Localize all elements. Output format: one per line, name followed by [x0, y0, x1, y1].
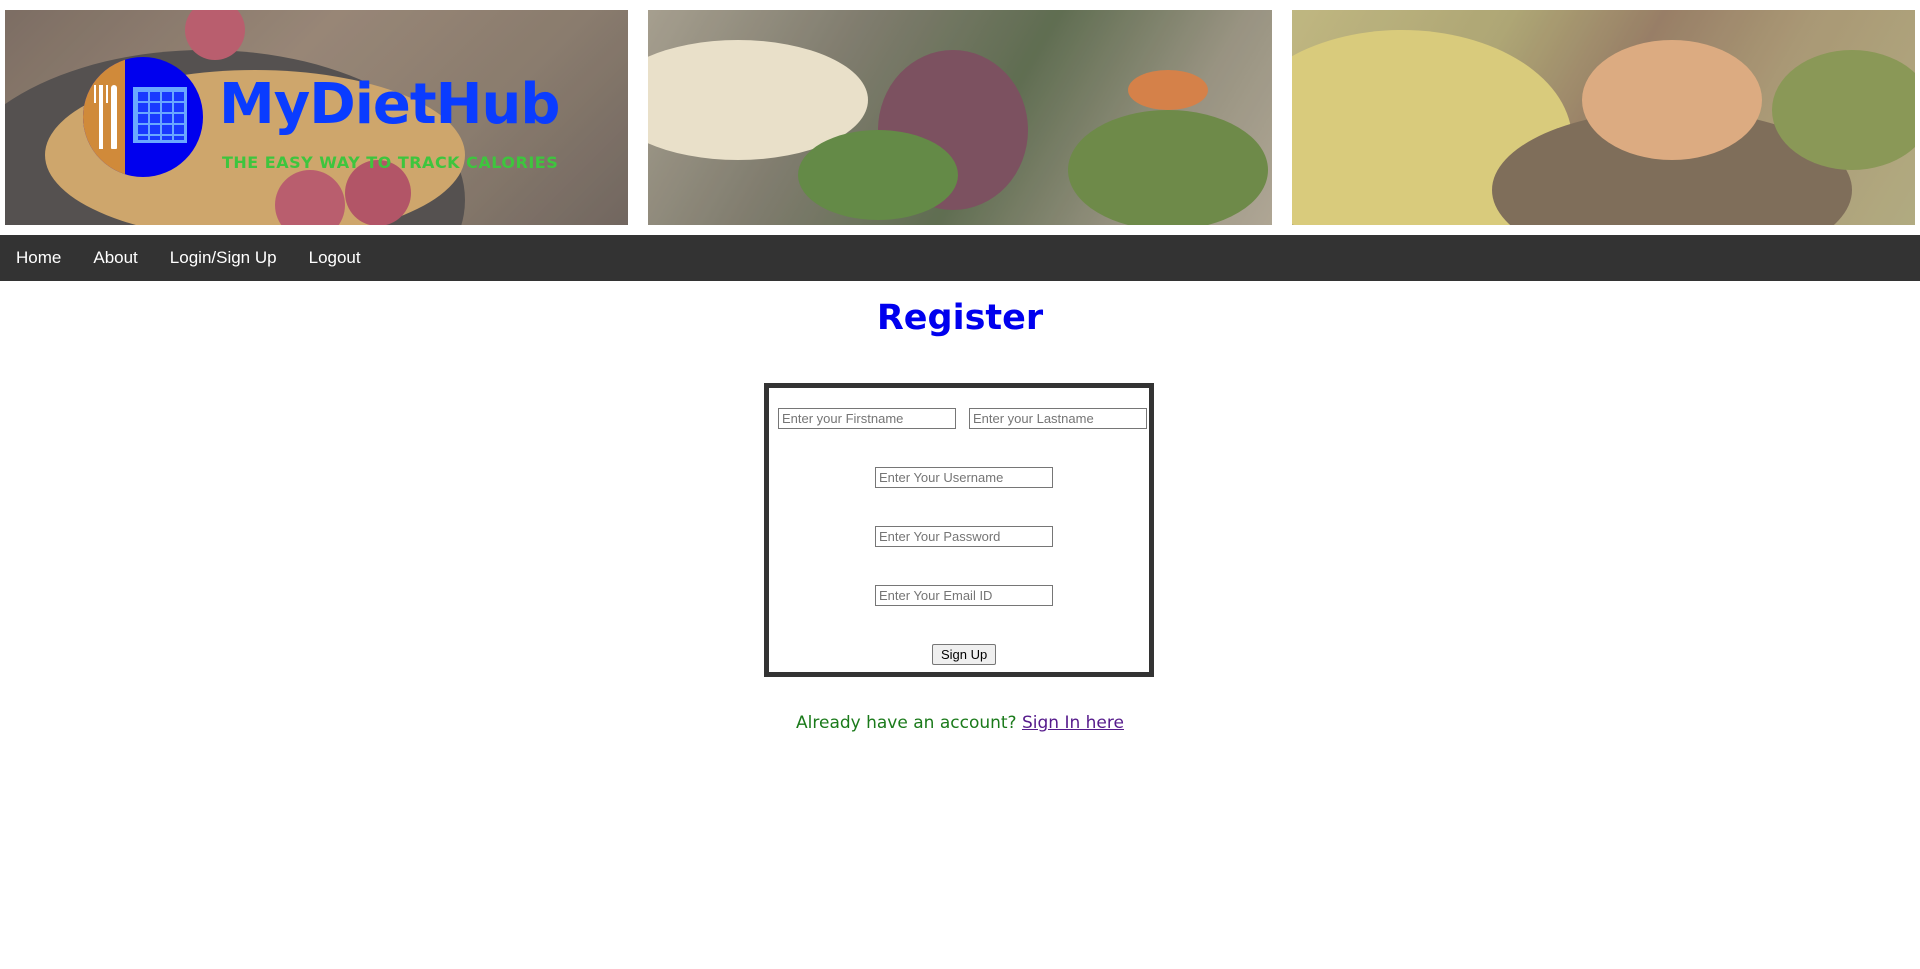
signin-link[interactable]: Sign In here: [1022, 713, 1124, 733]
banner-overlay: [648, 10, 1272, 225]
password-input[interactable]: [875, 526, 1053, 547]
banner-overlay: [1292, 10, 1915, 225]
logo-tagline: THE EASY WAY TO TRACK CALORIES: [222, 153, 559, 172]
header-banner-pancakes: MyDietHub THE EASY WAY TO TRACK CALORIES: [5, 10, 628, 225]
nav-logout[interactable]: Logout: [293, 235, 377, 281]
header-banner-salmon: [1292, 10, 1915, 225]
knife-icon: [111, 85, 117, 149]
logo-title: MyDietHub: [219, 72, 560, 137]
calendar-icon: [133, 87, 187, 143]
nav-about[interactable]: About: [77, 235, 153, 281]
fork-icon: [94, 85, 108, 149]
page-title: Register: [876, 298, 1044, 338]
nav-login-signup[interactable]: Login/Sign Up: [154, 235, 293, 281]
signin-prompt: Already have an account? Sign In here: [0, 713, 1920, 733]
logo-icon: [83, 57, 203, 177]
lastname-input[interactable]: [969, 408, 1147, 429]
register-form: Sign Up: [764, 383, 1154, 677]
signin-prompt-text: Already have an account?: [796, 713, 1017, 733]
top-nav: Home About Login/Sign Up Logout: [0, 235, 1920, 281]
header-banner-salad: [648, 10, 1272, 225]
signup-button[interactable]: Sign Up: [932, 644, 997, 665]
firstname-input[interactable]: [778, 408, 956, 429]
username-input[interactable]: [875, 467, 1053, 488]
email-input[interactable]: [875, 585, 1053, 606]
nav-home[interactable]: Home: [0, 235, 77, 281]
